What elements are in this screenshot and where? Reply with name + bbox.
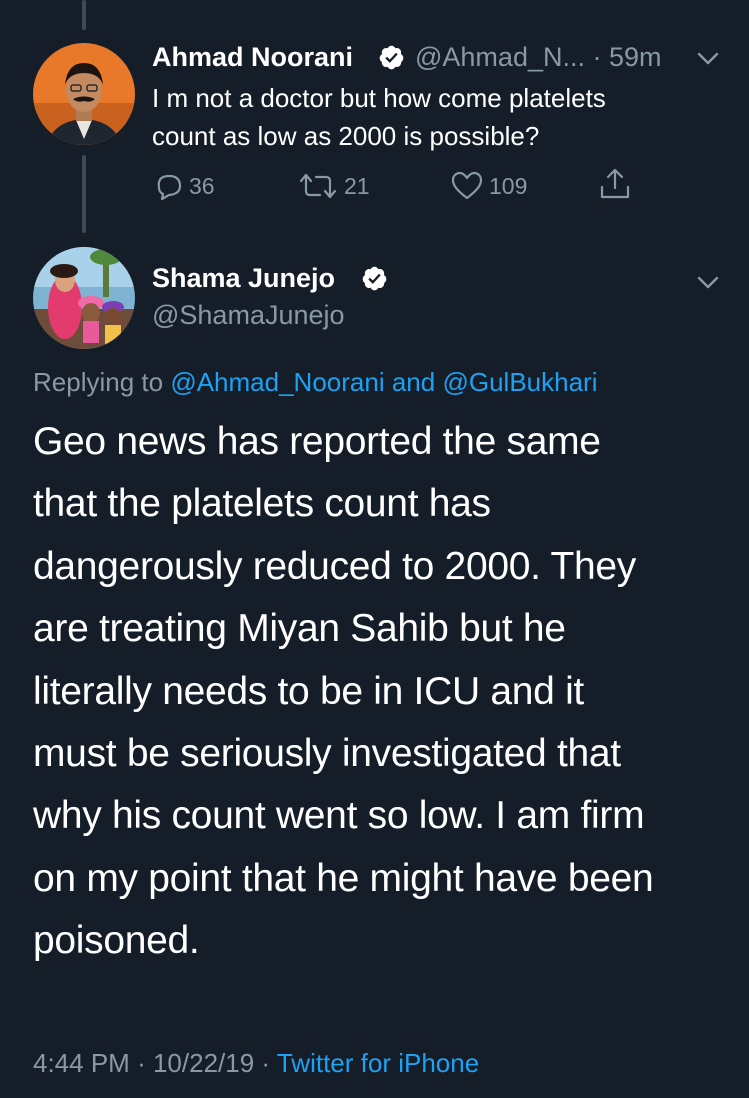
avatar-ahmad-noorani[interactable]: [33, 43, 135, 145]
chevron-down-icon[interactable]: [697, 276, 719, 290]
retweet-icon: [299, 173, 337, 199]
retweet-count: 21: [344, 172, 370, 199]
replying-user-ahmad[interactable]: @Ahmad_Noorani: [170, 367, 384, 397]
share-action[interactable]: [598, 168, 632, 200]
tweet-source[interactable]: Twitter for iPhone: [277, 1048, 479, 1078]
footer-dot: ·: [137, 1048, 146, 1078]
tweet-date[interactable]: 10/22/19: [153, 1048, 254, 1078]
tweet-text-line: Geo news has reported the same: [33, 420, 601, 463]
reply-text-line-1: I m not a doctor but how come platelets: [152, 83, 606, 113]
thread-line-top: [82, 0, 86, 30]
tweet-time[interactable]: 4:44 PM: [33, 1048, 130, 1078]
tweet-text-line: poisoned.: [33, 919, 200, 963]
tweet-text-line: on my point that he might have been: [33, 856, 654, 900]
retweet-action[interactable]: 21: [298, 170, 370, 202]
reply-handle[interactable]: @Ahmad_N...: [415, 42, 585, 72]
heart-icon: [451, 171, 483, 200]
reply-separator: ·: [592, 42, 602, 72]
avatar-shama-junejo[interactable]: [33, 247, 135, 349]
like-action[interactable]: 109: [451, 170, 527, 202]
thread-line-bottom: [82, 155, 86, 233]
reply-text-line-2: count as low as 2000 is possible?: [152, 121, 540, 151]
reply-icon: [157, 174, 182, 201]
reply-author-name[interactable]: Ahmad Noorani: [152, 42, 353, 73]
verified-badge-icon: [379, 45, 404, 70]
main-author-name[interactable]: Shama Junejo: [152, 263, 335, 294]
chevron-down-icon[interactable]: [697, 52, 719, 66]
reply-meta: @Ahmad_N... · 59m: [415, 42, 662, 73]
main-handle[interactable]: @ShamaJunejo: [152, 300, 345, 331]
footer-dot: ·: [261, 1048, 271, 1078]
main-tweet-text: Geo news has reported the same that the …: [33, 411, 723, 973]
tweet-text-line: why his count went so low. I am firm: [33, 794, 645, 838]
share-icon: [600, 168, 630, 199]
tweet-footer: 4:44 PM · 10/22/19 · Twitter for iPhone: [33, 1048, 479, 1079]
tweet-text-line: dangerously reduced to 2000. They: [33, 544, 636, 588]
replying-to: Replying to @Ahmad_Noorani and @GulBukha…: [33, 367, 597, 398]
reply-action[interactable]: 36: [153, 170, 215, 202]
replying-prefix: Replying to: [33, 367, 164, 397]
like-count: 109: [489, 172, 528, 199]
tweet-text-line: are treating Miyan Sahib but he: [33, 607, 566, 651]
tweet-text-line: literally needs to be in ICU and it: [33, 669, 584, 713]
reply-time[interactable]: 59m: [609, 42, 662, 72]
tweet-text-line: must be seriously investigated that: [33, 732, 621, 776]
reply-count: 36: [189, 172, 215, 199]
tweet-text-line: that the platelets count has: [33, 482, 491, 526]
replying-user-gul[interactable]: @GulBukhari: [442, 367, 597, 397]
replying-and: and: [391, 367, 436, 397]
verified-badge-icon: [362, 266, 387, 291]
